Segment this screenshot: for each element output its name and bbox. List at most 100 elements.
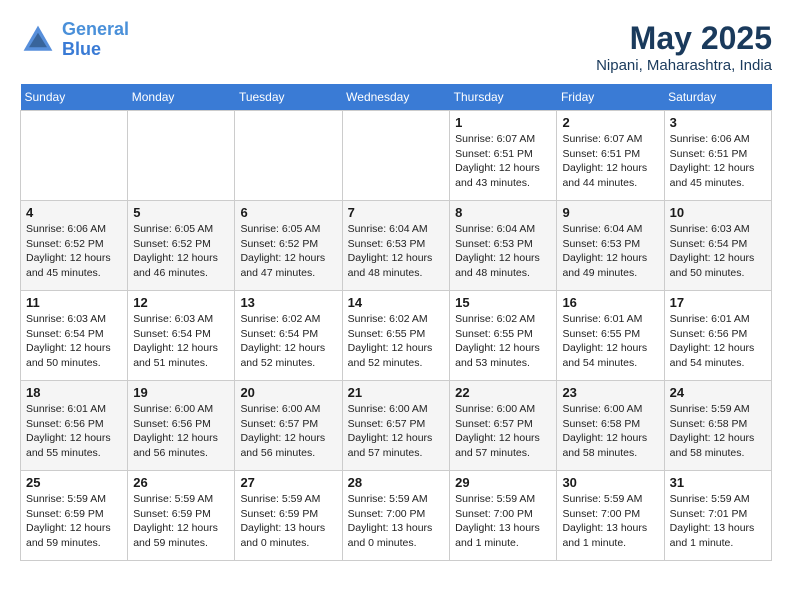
day-cell: 6Sunrise: 6:05 AM Sunset: 6:52 PM Daylig… bbox=[235, 201, 342, 291]
day-info: Sunrise: 5:59 AM Sunset: 6:59 PM Dayligh… bbox=[240, 492, 336, 551]
day-info: Sunrise: 6:02 AM Sunset: 6:55 PM Dayligh… bbox=[455, 312, 551, 371]
day-number: 11 bbox=[26, 295, 122, 310]
day-info: Sunrise: 6:00 AM Sunset: 6:57 PM Dayligh… bbox=[455, 402, 551, 461]
day-cell: 5 Sunrise: 6:05 AM Sunset: 6:52 PM Daylig… bbox=[128, 201, 235, 291]
weekday-header-monday: Monday bbox=[128, 84, 235, 111]
day-info: Sunrise: 6:02 AM Sunset: 6:54 PM Dayligh… bbox=[240, 312, 336, 371]
day-number: 8 bbox=[455, 205, 551, 220]
day-cell bbox=[128, 111, 235, 201]
day-cell: 25 Sunrise: 5:59 AM Sunset: 6:59 PM Dayli… bbox=[21, 471, 128, 561]
day-number: 14 bbox=[348, 295, 444, 310]
day-cell: 22 Sunrise: 6:00 AM Sunset: 6:57 PM Dayli… bbox=[450, 381, 557, 471]
day-number: 10 bbox=[670, 205, 766, 220]
weekday-header-sunday: Sunday bbox=[21, 84, 128, 111]
day-info: Sunrise: 6:01 AM Sunset: 6:55 PM Dayligh… bbox=[562, 312, 658, 371]
day-info: Sunrise: 6:03 AM Sunset: 6:54 PM Dayligh… bbox=[26, 312, 122, 371]
day-info: Sunrise: 5:59 AM Sunset: 7:01 PM Dayligh… bbox=[670, 492, 766, 551]
weekday-header-thursday: Thursday bbox=[450, 84, 557, 111]
weekday-header-row: SundayMondayTuesdayWednesdayThursdayFrid… bbox=[21, 84, 772, 111]
title-block: May 2025 Nipani, Maharashtra, India bbox=[596, 20, 772, 74]
day-number: 6 bbox=[240, 205, 336, 220]
day-cell: 10 Sunrise: 6:03 AM Sunset: 6:54 PM Dayli… bbox=[664, 201, 771, 291]
calendar-table: SundayMondayTuesdayWednesdayThursdayFrid… bbox=[20, 84, 772, 561]
day-info: Sunrise: 6:00 AM Sunset: 6:56 PM Dayligh… bbox=[133, 402, 229, 461]
day-number: 29 bbox=[455, 475, 551, 490]
logo-icon bbox=[20, 22, 56, 58]
day-info: Sunrise: 6:07 AM Sunset: 6:51 PM Dayligh… bbox=[562, 132, 658, 191]
day-cell: 29 Sunrise: 5:59 AM Sunset: 7:00 PM Dayli… bbox=[450, 471, 557, 561]
day-cell bbox=[235, 111, 342, 201]
day-cell: 21 Sunrise: 6:00 AM Sunset: 6:57 PM Dayli… bbox=[342, 381, 449, 471]
day-cell: 8 Sunrise: 6:04 AM Sunset: 6:53 PM Daylig… bbox=[450, 201, 557, 291]
day-number: 3 bbox=[670, 115, 766, 130]
day-number: 19 bbox=[133, 385, 229, 400]
day-info: Sunrise: 6:00 AM Sunset: 6:57 PM Dayligh… bbox=[348, 402, 444, 461]
day-number: 2 bbox=[562, 115, 658, 130]
week-row-4: 18Sunrise: 6:01 AM Sunset: 6:56 PM Dayli… bbox=[21, 381, 772, 471]
day-number: 20 bbox=[240, 385, 336, 400]
day-number: 13 bbox=[240, 295, 336, 310]
weekday-header-friday: Friday bbox=[557, 84, 664, 111]
day-cell: 12 Sunrise: 6:03 AM Sunset: 6:54 PM Dayli… bbox=[128, 291, 235, 381]
day-info: Sunrise: 6:04 AM Sunset: 6:53 PM Dayligh… bbox=[455, 222, 551, 281]
day-number: 30 bbox=[562, 475, 658, 490]
day-info: Sunrise: 6:06 AM Sunset: 6:51 PM Dayligh… bbox=[670, 132, 766, 191]
day-cell: 23Sunrise: 6:00 AM Sunset: 6:58 PM Dayli… bbox=[557, 381, 664, 471]
day-number: 28 bbox=[348, 475, 444, 490]
day-number: 5 bbox=[133, 205, 229, 220]
day-cell: 15 Sunrise: 6:02 AM Sunset: 6:55 PM Dayli… bbox=[450, 291, 557, 381]
day-info: Sunrise: 6:01 AM Sunset: 6:56 PM Dayligh… bbox=[670, 312, 766, 371]
day-cell: 11 Sunrise: 6:03 AM Sunset: 6:54 PM Dayli… bbox=[21, 291, 128, 381]
day-cell: 18Sunrise: 6:01 AM Sunset: 6:56 PM Dayli… bbox=[21, 381, 128, 471]
day-number: 22 bbox=[455, 385, 551, 400]
week-row-1: 1 Sunrise: 6:07 AM Sunset: 6:51 PM Daylig… bbox=[21, 111, 772, 201]
day-number: 26 bbox=[133, 475, 229, 490]
day-number: 15 bbox=[455, 295, 551, 310]
day-cell: 26Sunrise: 5:59 AM Sunset: 6:59 PM Dayli… bbox=[128, 471, 235, 561]
weekday-header-saturday: Saturday bbox=[664, 84, 771, 111]
day-cell: 24Sunrise: 5:59 AM Sunset: 6:58 PM Dayli… bbox=[664, 381, 771, 471]
day-number: 9 bbox=[562, 205, 658, 220]
day-info: Sunrise: 6:07 AM Sunset: 6:51 PM Dayligh… bbox=[455, 132, 551, 191]
logo-text: General Blue bbox=[62, 20, 129, 60]
day-cell: 9 Sunrise: 6:04 AM Sunset: 6:53 PM Daylig… bbox=[557, 201, 664, 291]
day-number: 1 bbox=[455, 115, 551, 130]
day-info: Sunrise: 6:01 AM Sunset: 6:56 PM Dayligh… bbox=[26, 402, 122, 461]
day-info: Sunrise: 6:06 AM Sunset: 6:52 PM Dayligh… bbox=[26, 222, 122, 281]
day-cell: 30 Sunrise: 5:59 AM Sunset: 7:00 PM Dayli… bbox=[557, 471, 664, 561]
day-cell: 27Sunrise: 5:59 AM Sunset: 6:59 PM Dayli… bbox=[235, 471, 342, 561]
day-number: 25 bbox=[26, 475, 122, 490]
day-cell: 4Sunrise: 6:06 AM Sunset: 6:52 PM Daylig… bbox=[21, 201, 128, 291]
day-info: Sunrise: 6:04 AM Sunset: 6:53 PM Dayligh… bbox=[562, 222, 658, 281]
day-info: Sunrise: 5:59 AM Sunset: 7:00 PM Dayligh… bbox=[348, 492, 444, 551]
day-cell bbox=[342, 111, 449, 201]
week-row-2: 4Sunrise: 6:06 AM Sunset: 6:52 PM Daylig… bbox=[21, 201, 772, 291]
weekday-header-tuesday: Tuesday bbox=[235, 84, 342, 111]
day-cell bbox=[21, 111, 128, 201]
day-cell: 17Sunrise: 6:01 AM Sunset: 6:56 PM Dayli… bbox=[664, 291, 771, 381]
day-info: Sunrise: 5:59 AM Sunset: 7:00 PM Dayligh… bbox=[455, 492, 551, 551]
day-info: Sunrise: 5:59 AM Sunset: 7:00 PM Dayligh… bbox=[562, 492, 658, 551]
day-info: Sunrise: 6:05 AM Sunset: 6:52 PM Dayligh… bbox=[133, 222, 229, 281]
day-number: 7 bbox=[348, 205, 444, 220]
day-info: Sunrise: 6:03 AM Sunset: 6:54 PM Dayligh… bbox=[670, 222, 766, 281]
day-cell: 31Sunrise: 5:59 AM Sunset: 7:01 PM Dayli… bbox=[664, 471, 771, 561]
day-info: Sunrise: 6:03 AM Sunset: 6:54 PM Dayligh… bbox=[133, 312, 229, 371]
day-number: 24 bbox=[670, 385, 766, 400]
day-info: Sunrise: 6:00 AM Sunset: 6:58 PM Dayligh… bbox=[562, 402, 658, 461]
week-row-3: 11 Sunrise: 6:03 AM Sunset: 6:54 PM Dayli… bbox=[21, 291, 772, 381]
day-info: Sunrise: 6:04 AM Sunset: 6:53 PM Dayligh… bbox=[348, 222, 444, 281]
page-header: General Blue May 2025 Nipani, Maharashtr… bbox=[20, 20, 772, 74]
location: Nipani, Maharashtra, India bbox=[596, 57, 772, 74]
day-cell: 2 Sunrise: 6:07 AM Sunset: 6:51 PM Daylig… bbox=[557, 111, 664, 201]
day-cell: 13 Sunrise: 6:02 AM Sunset: 6:54 PM Dayli… bbox=[235, 291, 342, 381]
day-number: 12 bbox=[133, 295, 229, 310]
month-title: May 2025 bbox=[596, 20, 772, 57]
day-number: 16 bbox=[562, 295, 658, 310]
day-info: Sunrise: 5:59 AM Sunset: 6:59 PM Dayligh… bbox=[26, 492, 122, 551]
day-cell: 14Sunrise: 6:02 AM Sunset: 6:55 PM Dayli… bbox=[342, 291, 449, 381]
day-cell: 3 Sunrise: 6:06 AM Sunset: 6:51 PM Daylig… bbox=[664, 111, 771, 201]
day-cell: 7 Sunrise: 6:04 AM Sunset: 6:53 PM Daylig… bbox=[342, 201, 449, 291]
day-cell: 20Sunrise: 6:00 AM Sunset: 6:57 PM Dayli… bbox=[235, 381, 342, 471]
day-number: 21 bbox=[348, 385, 444, 400]
